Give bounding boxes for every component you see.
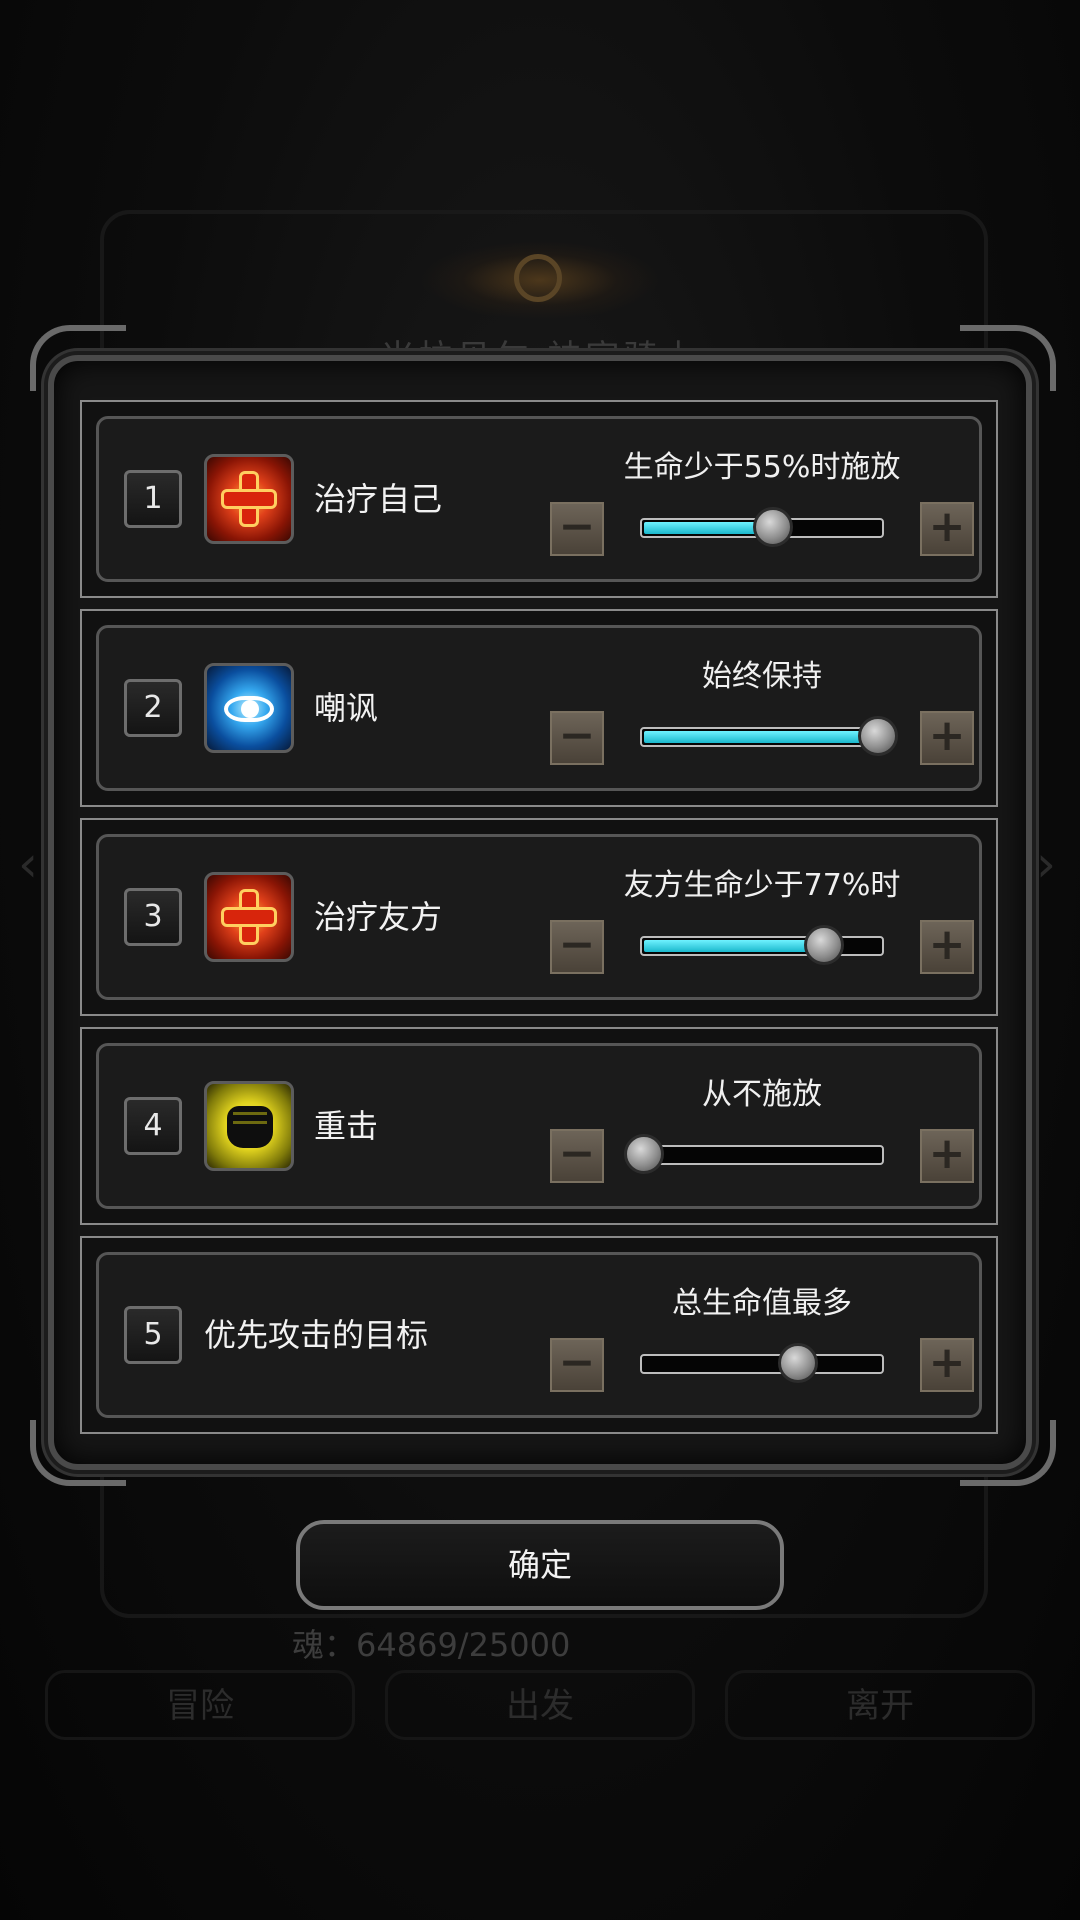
decrease-button[interactable]: − [550, 1129, 604, 1183]
increase-button[interactable]: + [920, 1338, 974, 1392]
frame-ornament [30, 325, 126, 391]
emblem-icon [420, 240, 660, 320]
threshold-slider[interactable] [624, 1134, 884, 1174]
decrease-button[interactable]: − [550, 502, 604, 556]
heal-cross-icon [204, 454, 294, 544]
decrease-button[interactable]: − [550, 920, 604, 974]
heal-cross-icon [204, 872, 294, 962]
condition-text: 从不施放 [702, 1077, 822, 1112]
threshold-slider[interactable] [640, 716, 898, 756]
decrease-button[interactable]: − [550, 1338, 604, 1392]
slider-fill [644, 940, 825, 952]
condition-text: 总生命值最多 [672, 1286, 852, 1321]
skill-name: 治疗自己 [314, 480, 443, 518]
decrease-button[interactable]: − [550, 711, 604, 765]
rule-priority-number: 3 [124, 888, 182, 946]
slider-knob[interactable] [752, 507, 793, 547]
adventure-button: 冒险 [45, 1670, 355, 1740]
depart-button: 出发 [385, 1670, 695, 1740]
increase-button[interactable]: + [920, 1129, 974, 1183]
skill-name: 重击 [314, 1107, 379, 1145]
slider-knob[interactable] [804, 925, 845, 965]
skill-name: 嘲讽 [314, 689, 379, 727]
rule-row-taunt: 2 嘲讽 始终保持 − + [80, 609, 998, 807]
slider-fill [644, 731, 878, 743]
rule-priority-number: 2 [124, 679, 182, 737]
threshold-slider[interactable] [640, 507, 884, 547]
skill-name: 治疗友方 [314, 898, 443, 936]
rule-priority-number: 5 [124, 1306, 182, 1364]
skill-name: 优先攻击的目标 [204, 1316, 429, 1354]
slider-knob[interactable] [624, 1134, 664, 1174]
frame-ornament [960, 325, 1056, 391]
condition-text: 生命少于55%时施放 [623, 450, 901, 485]
rule-row-heavy-strike: 4 重击 从不施放 − + [80, 1027, 998, 1225]
left-arrow-icon: ‹ [18, 835, 38, 893]
target-priority-slider[interactable] [640, 1343, 884, 1383]
rule-priority-number: 1 [124, 470, 182, 528]
taunt-eye-icon [204, 663, 294, 753]
rule-row-heal-self: 1 治疗自己 生命少于55%时施放 − + [80, 400, 998, 598]
increase-button[interactable]: + [920, 711, 974, 765]
condition-text: 友方生命少于77%时 [623, 868, 901, 903]
slider-knob[interactable] [858, 716, 898, 756]
right-arrow-icon: › [1036, 835, 1056, 893]
rule-row-heal-ally: 3 治疗友方 友方生命少于77%时 − + [80, 818, 998, 1016]
threshold-slider[interactable] [640, 925, 884, 965]
condition-text: 始终保持 [702, 659, 822, 694]
soul-counter: 魂：64869/25000 [292, 1626, 571, 1664]
rule-row-target-priority: 5 优先攻击的目标 总生命值最多 − + [80, 1236, 998, 1434]
heavy-strike-fist-icon [204, 1081, 294, 1171]
rule-priority-number: 4 [124, 1097, 182, 1155]
leave-button: 离开 [725, 1670, 1035, 1740]
increase-button[interactable]: + [920, 920, 974, 974]
confirm-button[interactable]: 确定 [296, 1520, 784, 1610]
increase-button[interactable]: + [920, 502, 974, 556]
